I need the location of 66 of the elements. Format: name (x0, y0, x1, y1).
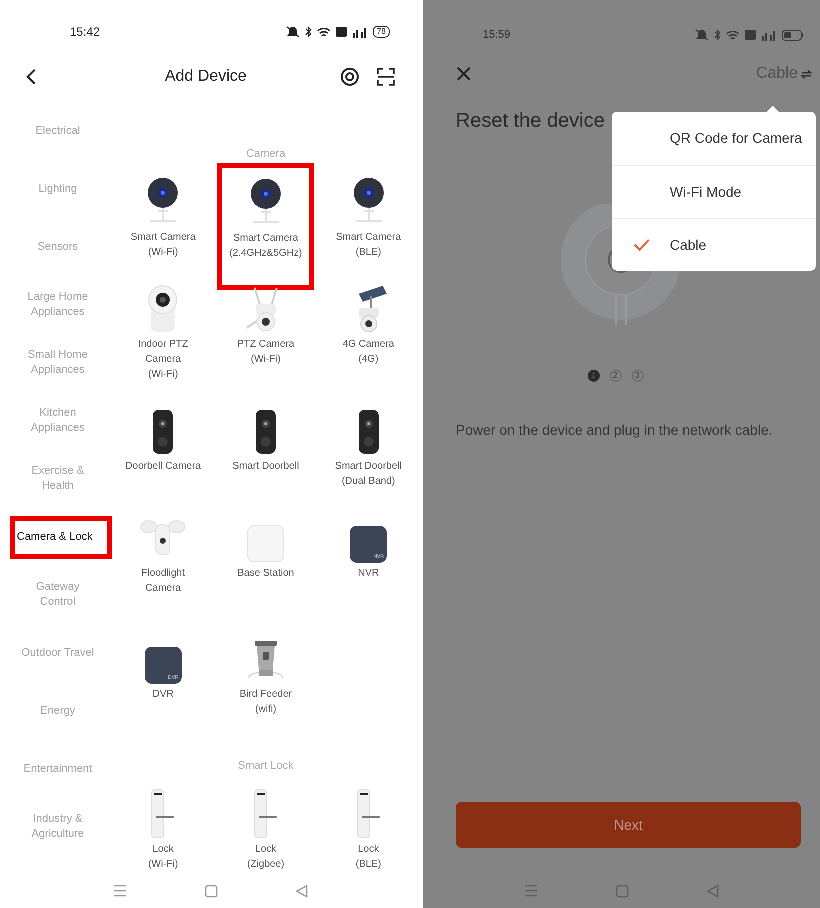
category-item[interactable]: Camera & Lock (10, 516, 112, 558)
device-tile[interactable]: Indoor PTZ Camera (Wi-Fi) (114, 274, 212, 386)
device-tile[interactable]: Bird Feeder (wifi) (217, 624, 314, 721)
home-icon[interactable] (204, 884, 218, 898)
menu-item[interactable]: Wi-Fi Mode (612, 165, 816, 218)
device-label: Lock (Zigbee) (247, 843, 285, 872)
device-tile[interactable]: 4G Camera (4G) (320, 274, 418, 371)
section-heading: Smart Lock (238, 759, 294, 773)
base-station-icon (246, 525, 285, 563)
step-description: Power on the device and plug in the network cable. (455, 421, 774, 440)
menu-item[interactable]: Cable (612, 218, 816, 271)
camera-icon (146, 284, 180, 334)
device-label: Lock (Wi-Fi) (148, 843, 178, 872)
battery-indicator: 78 (373, 26, 390, 38)
wifi-icon (726, 30, 740, 40)
device-label: Doorbell Camera (126, 460, 202, 474)
device-tile[interactable]: Doorbell Camera (114, 396, 212, 478)
page-title: Add Device (164, 67, 248, 87)
menu-icon[interactable] (524, 885, 538, 897)
device-tile[interactable]: Smart Doorbell (Dual Band) (320, 396, 418, 493)
lock-icon (252, 789, 280, 839)
device-label: Bird Feeder (wifi) (240, 688, 292, 717)
lock-icon (354, 789, 383, 839)
home-icon[interactable] (616, 884, 629, 898)
device-label: Base Station (238, 567, 294, 581)
status-time: 15:59 (483, 28, 511, 43)
back-icon[interactable] (24, 68, 38, 86)
close-icon[interactable] (457, 67, 471, 81)
device-label: PTZ Camera (Wi-Fi) (237, 338, 295, 367)
device-tile[interactable]: Smart Doorbell (217, 396, 314, 478)
bluetooth-icon (714, 29, 721, 41)
step-indicator: 3 (632, 370, 644, 382)
swap-icon (801, 70, 812, 78)
device-label: 4G Camera (4G) (342, 338, 394, 367)
wifi-icon (317, 26, 332, 38)
device-label: Indoor PTZ Camera (Wi-Fi) (138, 338, 188, 382)
device-tile[interactable]: Base Station (217, 503, 314, 585)
device-tile[interactable]: Smart Camera (Wi-Fi) (114, 167, 212, 264)
device-tile[interactable]: Smart Camera (BLE) (320, 167, 418, 264)
device-label: DVR (152, 688, 174, 702)
signal-icon (761, 29, 777, 41)
device-label: Lock (BLE) (356, 843, 382, 872)
device-tile[interactable]: Lock (Wi-Fi) (114, 779, 212, 876)
step-title: Reset the device (456, 109, 605, 134)
device-label: Smart Doorbell (232, 460, 300, 474)
scan-icon[interactable] (376, 67, 396, 87)
device-tile[interactable]: Lock (Zigbee) (217, 779, 314, 876)
step-indicator: 2 (610, 370, 622, 382)
device-label: NVR (358, 567, 380, 581)
device-tile[interactable]: Smart Camera (2.4GHz&5GHz) (217, 163, 314, 290)
device-label: Smart Doorbell (Dual Band) (335, 460, 402, 489)
bell-off-icon (695, 29, 709, 41)
signal-icon (352, 26, 368, 38)
device-tile[interactable]: Floodlight Camera (114, 503, 212, 600)
battery-icon (782, 30, 804, 40)
device-label: Smart Camera (2.4GHz&5GHz) (230, 232, 302, 261)
menu-icon[interactable] (112, 885, 126, 897)
section-heading: Camera (246, 147, 286, 161)
device-label: Smart Camera (BLE) (336, 231, 402, 260)
status-time: 15:42 (70, 24, 100, 41)
device-tile[interactable]: Lock (BLE) (320, 779, 418, 876)
device-label: Floodlight Camera (142, 567, 185, 596)
bluetooth-icon (305, 26, 312, 38)
bell-off-icon (286, 26, 300, 38)
device-label: Smart Camera (Wi-Fi) (130, 231, 196, 260)
menu-item[interactable]: QR Code for Camera (612, 112, 816, 165)
